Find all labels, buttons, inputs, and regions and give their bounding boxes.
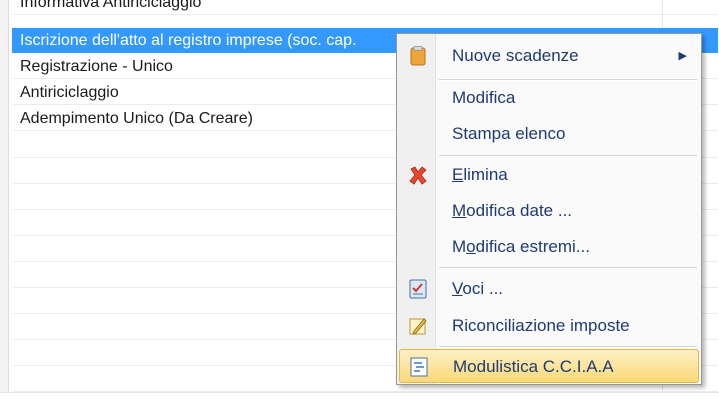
- menu-separator: [439, 155, 697, 157]
- menu-item-label: Modifica estremi...: [452, 237, 590, 256]
- menu-item-label: Voci ...: [452, 279, 504, 298]
- menu-item-riconciliazione-imposte[interactable]: Riconciliazione imposte: [399, 309, 699, 343]
- menu-item-nuove-scadenze[interactable]: Nuove scadenze ▶: [399, 39, 699, 73]
- list-bottom-bar: [0, 392, 719, 408]
- submenu-arrow-icon: ▶: [678, 50, 687, 62]
- menu-item-label: Elimina: [452, 165, 508, 184]
- menu-item-modifica-date[interactable]: Modifica date ...: [399, 194, 699, 228]
- menu-item-label: Riconciliazione imposte: [452, 316, 630, 335]
- menu-item-modifica[interactable]: Modifica: [399, 81, 699, 115]
- menu-item-modulistica-cciaa[interactable]: Modulistica C.C.I.A.A: [399, 349, 699, 383]
- context-menu: Nuove scadenze ▶ Modifica Stampa elenco …: [396, 33, 702, 385]
- menu-item-label: Modifica: [452, 88, 516, 107]
- menu-item-modifica-estremi[interactable]: Modifica estremi...: [399, 230, 699, 264]
- delete-icon: [407, 164, 429, 186]
- menu-separator: [439, 267, 697, 269]
- list-left-edge: [0, 0, 9, 392]
- menu-item-stampa-elenco[interactable]: Stampa elenco: [399, 117, 699, 151]
- menu-item-elimina[interactable]: Elimina: [399, 158, 699, 192]
- clipboard-icon: [407, 45, 429, 67]
- menu-item-label: Stampa elenco: [452, 124, 566, 143]
- edit-note-icon: [407, 315, 429, 337]
- list-item[interactable]: Informativa Antiriciclaggio: [12, 0, 718, 15]
- menu-item-label: Nuove scadenze: [452, 46, 579, 65]
- menu-item-label: Modifica date ...: [452, 201, 573, 220]
- menu-item-label: Modulistica C.C.I.A.A: [453, 357, 614, 376]
- menu-item-voci[interactable]: Voci ...: [399, 272, 699, 306]
- menu-separator: [439, 346, 697, 348]
- checklist-icon: [407, 278, 429, 300]
- form-icon: [408, 356, 430, 378]
